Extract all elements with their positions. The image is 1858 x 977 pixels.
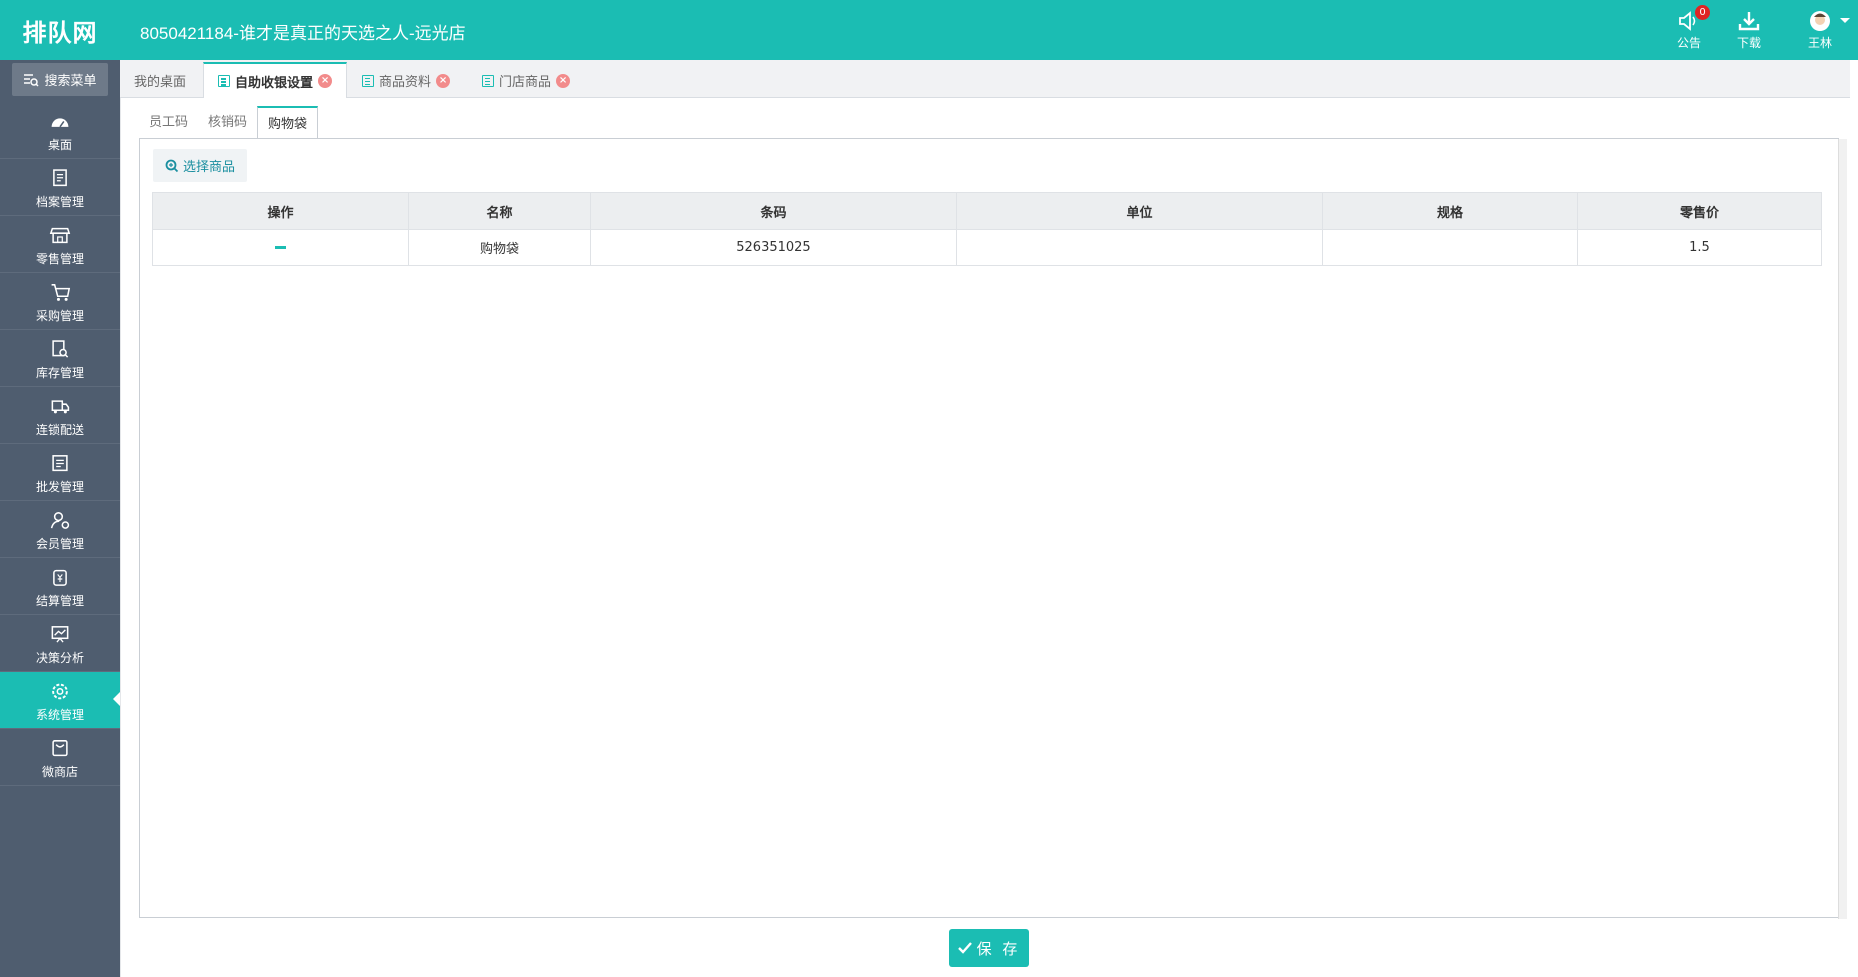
- document-icon: [362, 74, 374, 87]
- analysis-icon: [51, 626, 69, 643]
- subtab-shopping-bag[interactable]: 购物袋: [257, 106, 319, 139]
- tab-self-checkout-settings[interactable]: 自助收银设置 ×: [203, 62, 348, 99]
- settlement-icon: [53, 569, 67, 586]
- inventory-icon: [52, 340, 69, 358]
- document-icon: [482, 74, 494, 87]
- sidebar-item-retail[interactable]: 零售管理: [0, 216, 120, 273]
- tab-label: 我的桌面: [134, 75, 187, 90]
- download-icon: [1738, 12, 1760, 31]
- vertical-scrollbar[interactable]: [1838, 139, 1847, 919]
- subtab-redeem-code[interactable]: 核销码: [198, 106, 257, 139]
- column-header-barcode[interactable]: 条码: [590, 192, 957, 230]
- sidebar-item-analysis[interactable]: 决策分析: [0, 615, 120, 672]
- sidebar-item-label: 档案管理: [35, 195, 84, 209]
- search-menu-label: 搜索菜单: [44, 74, 97, 89]
- notice-badge: 0: [1695, 5, 1710, 20]
- row-action-cell: [152, 229, 409, 266]
- store-icon: [49, 227, 71, 244]
- tab-store-products[interactable]: 门店商品 ×: [468, 62, 584, 99]
- chevron-down-icon: [1840, 18, 1850, 23]
- close-icon[interactable]: ×: [318, 74, 333, 88]
- sidebar-nav: 桌面 档案管理 零售管理 采购管理 库存管理 连锁配送 批发管理 会员管理 结算…: [0, 102, 120, 786]
- sidebar-item-label: 决策分析: [35, 651, 84, 665]
- download-label: 下载: [1736, 36, 1761, 50]
- sidebar-item-desktop[interactable]: 桌面: [0, 102, 120, 159]
- sidebar-item-label: 采购管理: [35, 309, 84, 323]
- sidebar-item-inventory[interactable]: 库存管理: [0, 330, 120, 387]
- notice-button[interactable]: 0 公告: [1664, 5, 1714, 54]
- sidebar-item-distribution[interactable]: 连锁配送: [0, 387, 120, 444]
- sidebar-item-purchase[interactable]: 采购管理: [0, 273, 120, 330]
- dashboard-icon: [51, 118, 69, 128]
- user-menu[interactable]: 王林: [1790, 8, 1850, 54]
- top-header: 排队网 8050421184-谁才是真正的天选之人-远光店 0 公告 下载 王林: [0, 0, 1858, 60]
- sidebar-item-archive[interactable]: 档案管理: [0, 159, 120, 216]
- tab-label: 商品资料: [379, 75, 432, 90]
- avatar: [1810, 11, 1830, 31]
- row-spec: [1322, 229, 1578, 266]
- select-product-button[interactable]: 选择商品: [153, 149, 248, 182]
- download-button[interactable]: 下载: [1724, 8, 1774, 54]
- cart-icon: [51, 284, 71, 301]
- tab-label: 门店商品: [499, 75, 552, 90]
- member-icon: [50, 512, 70, 529]
- row-barcode: 526351025: [590, 229, 957, 266]
- logo[interactable]: 排队网: [0, 0, 120, 60]
- sub-tab-bar: 员工码 核销码 购物袋: [139, 106, 319, 139]
- subtab-employee-code[interactable]: 员工码: [139, 106, 198, 139]
- row-retail-price: 1.5: [1577, 229, 1822, 266]
- sidebar-item-wholesale[interactable]: 批发管理: [0, 444, 120, 501]
- notice-label: 公告: [1676, 36, 1701, 50]
- close-icon[interactable]: ×: [436, 73, 451, 88]
- tab-label: 自助收银设置: [235, 75, 314, 91]
- logo-text: 排队网: [22, 18, 98, 47]
- close-icon[interactable]: ×: [556, 73, 571, 88]
- column-header-spec[interactable]: 规格: [1322, 192, 1578, 230]
- table-header-row: 操作 名称 条码 单位 规格 零售价: [152, 192, 1822, 230]
- sidebar-item-label: 批发管理: [35, 480, 84, 494]
- sidebar-item-settlement[interactable]: 结算管理: [0, 558, 120, 615]
- sidebar-item-label: 桌面: [47, 138, 72, 152]
- main-content: 员工码 核销码 购物袋 选择商品 操作 名称 条码 单位 规格 零售价 购物袋 …: [120, 98, 1850, 977]
- remove-row-icon[interactable]: [275, 246, 286, 249]
- gear-icon: [52, 683, 68, 700]
- sidebar-item-member[interactable]: 会员管理: [0, 501, 120, 558]
- shop-title: 8050421184-谁才是真正的天选之人-远光店: [140, 24, 466, 43]
- zoom-search-icon: [165, 159, 179, 172]
- sidebar-item-label: 微商店: [41, 765, 78, 779]
- sidebar-item-label: 结算管理: [35, 594, 84, 608]
- sidebar-item-label: 连锁配送: [35, 423, 84, 437]
- tab-my-desktop[interactable]: 我的桌面: [120, 62, 200, 99]
- sidebar-item-wechat-shop[interactable]: 微商店: [0, 729, 120, 786]
- row-name: 购物袋: [408, 229, 591, 266]
- search-menu-button[interactable]: 搜索菜单: [12, 63, 108, 96]
- sidebar-item-label: 系统管理: [35, 708, 84, 722]
- column-header-name[interactable]: 名称: [408, 192, 591, 230]
- column-header-action[interactable]: 操作: [152, 192, 409, 230]
- sidebar-item-label: 会员管理: [35, 537, 84, 551]
- truck-icon: [51, 400, 70, 414]
- row-unit: [956, 229, 1323, 266]
- save-button[interactable]: 保 存: [949, 929, 1029, 967]
- search-menu-icon: [24, 73, 40, 87]
- tab-product-info[interactable]: 商品资料 ×: [348, 62, 464, 99]
- sidebar-item-system[interactable]: 系统管理: [0, 672, 120, 729]
- sidebar-item-label: 库存管理: [35, 366, 84, 380]
- column-header-unit[interactable]: 单位: [956, 192, 1323, 230]
- product-table: 操作 名称 条码 单位 规格 零售价 购物袋 526351025 1.5: [152, 192, 1822, 266]
- user-name: 王林: [1807, 36, 1832, 50]
- save-label: 保 存: [976, 939, 1021, 958]
- table-row: 购物袋 526351025 1.5: [152, 229, 1822, 266]
- page-tab-bar: 我的桌面 自助收银设置 × 商品资料 × 门店商品 ×: [120, 60, 1850, 99]
- select-product-label: 选择商品: [183, 160, 236, 175]
- shopping-bag-panel: 选择商品 操作 名称 条码 单位 规格 零售价 购物袋 526351025 1.…: [139, 138, 1847, 919]
- sidebar: 搜索菜单 桌面 档案管理 零售管理 采购管理 库存管理 连锁配送 批发管理 会员…: [0, 60, 120, 977]
- column-header-retail-price[interactable]: 零售价: [1577, 192, 1822, 230]
- archive-icon: [53, 169, 67, 187]
- sidebar-item-label: 零售管理: [35, 252, 84, 266]
- document-icon: [218, 75, 230, 87]
- check-icon: [957, 942, 972, 954]
- shop-bag-icon: [52, 740, 68, 757]
- wholesale-icon: [52, 455, 68, 472]
